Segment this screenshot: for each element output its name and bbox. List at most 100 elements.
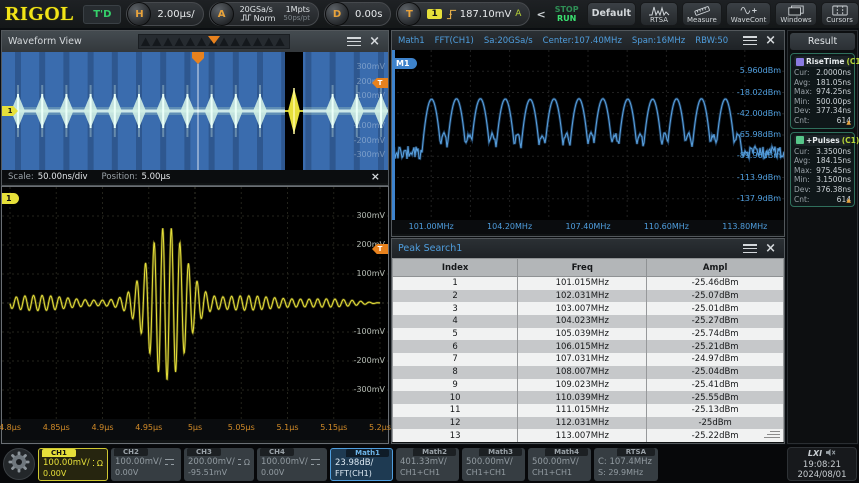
tool-label: RTSA <box>650 16 668 24</box>
measurement-stat-row: Max:975.45ns <box>794 166 851 176</box>
table-row[interactable]: 10110.039MHz-25.55dBm <box>393 391 784 404</box>
delay-settings-button[interactable]: D 0.00s <box>324 2 391 26</box>
table-cell: 105.039MHz <box>518 328 647 341</box>
measurement-card[interactable]: +Pulses(C1)Cur:3.3500nsAvg:184.15nsMax:9… <box>790 132 855 208</box>
dc-coupling-icon <box>311 459 320 465</box>
channel-tab: CH1 <box>42 449 76 457</box>
system-time: 19:08:21 <box>803 460 841 470</box>
measurement-card[interactable]: RiseTime(C1)Cur:2.0000nsAvg:181.05nsMax:… <box>790 53 855 129</box>
table-row[interactable]: 12112.031MHz-25dBm <box>393 417 784 430</box>
status-clock-box[interactable]: LXI 19:08:21 2024/08/01 <box>787 447 857 481</box>
waveform-view-menu-icon[interactable] <box>347 37 361 46</box>
tool-cursors-button[interactable]: Cursors <box>821 2 859 26</box>
channel1-zoom-badge[interactable]: 1 <box>2 193 19 204</box>
tool-rtsa-button[interactable]: RTSA <box>640 2 678 26</box>
math-chip-math2[interactable]: Math2401.33mV/CH1+CH1 <box>396 448 459 481</box>
table-cell: 107.031MHz <box>518 353 647 366</box>
acquire-knob[interactable]: A <box>210 2 234 26</box>
trigger-coupling-value: A <box>515 9 521 19</box>
memory-depth-value: 1Mpts <box>286 5 310 14</box>
dc-coupling-icon <box>93 460 94 466</box>
run-stop-button[interactable]: STOP RUN <box>552 5 582 23</box>
table-row[interactable]: 7107.031MHz-24.97dBm <box>393 353 784 366</box>
settings-gear-button[interactable] <box>3 448 35 480</box>
fft-plot[interactable]: 5.960dBm-18.02dBm-42.00dBm-65.98dBm-89.9… <box>392 50 784 220</box>
peak-search-menu-icon[interactable] <box>743 244 757 253</box>
table-row[interactable]: 13113.007MHz-25.22dBm <box>393 429 784 442</box>
channel-scale-line: 100.00mV/Ω <box>43 458 103 469</box>
peak-search-titlebar[interactable]: Peak Search1 × <box>392 239 784 258</box>
table-row[interactable]: 3103.007MHz-25.01dBm <box>393 302 784 315</box>
channel-tab: CH3 <box>187 448 221 456</box>
collapse-arrow-icon[interactable]: ▲ <box>846 197 851 204</box>
position-value: 5.00μs <box>142 172 171 182</box>
trigger-slope-icon <box>446 5 457 24</box>
stat-value: 974.25ns <box>816 87 851 97</box>
tool-default-button[interactable]: Default <box>587 2 636 26</box>
fft-freq-axis: 101.00MHz104.20MHz107.40MHz110.60MHz113.… <box>392 220 784 234</box>
math-chip-math1[interactable]: Math123.98dB/FFT(CH1) <box>330 448 393 481</box>
measurement-title: RiseTime(C1) <box>794 56 851 67</box>
fft-titlebar[interactable]: Math1FFT(CH1)Sa:20GSa/sCenter:107.40MHzS… <box>392 31 784 50</box>
math-chip-math3[interactable]: Math3500.00mV/CH1+CH1 <box>462 448 525 481</box>
zoom-volt-label: -200mV <box>354 356 385 365</box>
wavecont-icon <box>740 5 758 16</box>
table-row[interactable]: 9109.023MHz-25.41dBm <box>393 379 784 392</box>
horizontal-settings-button[interactable]: H 2.00μs/ <box>126 2 203 26</box>
result-panel-title[interactable]: Result <box>790 33 855 50</box>
table-cell: 8 <box>393 366 518 379</box>
tool-wavecont-button[interactable]: WaveCont <box>726 2 772 26</box>
waveform-view-titlebar[interactable]: Waveform View × <box>2 31 388 52</box>
zoom-close-icon[interactable]: × <box>369 171 382 182</box>
channel-scale-line: 100.00mV/ <box>261 457 323 468</box>
table-row[interactable]: 2102.031MHz-25.07dBm <box>393 290 784 303</box>
speaker-muted-icon <box>825 448 836 460</box>
trigger-settings-button[interactable]: T 1 187.10mV A <box>396 2 530 26</box>
table-row[interactable]: 5105.039MHz-25.74dBm <box>393 328 784 341</box>
channel-chip-ch1[interactable]: CH1100.00mV/Ω0.00V <box>38 448 108 481</box>
fft-close-icon[interactable]: × <box>763 35 778 46</box>
measurement-stat-row: Avg:184.15ns <box>794 156 851 166</box>
zoom-waveform-plot[interactable]: 300mV200mV100mV-100mV-200mV-300mV 1 T <box>2 187 388 419</box>
peak-search-window: Peak Search1 × IndexFreqAmpl 1101.015MHz… <box>391 238 785 444</box>
table-row[interactable]: 8108.007MHz-25.04dBm <box>393 366 784 379</box>
math1-badge[interactable]: M1 <box>392 58 417 69</box>
tool-windows-button[interactable]: Windows <box>775 2 816 26</box>
waveform-view-close-icon[interactable]: × <box>367 36 382 47</box>
fft-header-item: Span:16MHz <box>632 36 685 46</box>
fft-header-item: Math1 <box>398 36 425 46</box>
delay-knob[interactable]: D <box>325 2 349 26</box>
tool-measure-button[interactable]: Measure <box>682 2 722 26</box>
sample-resolution-value: 50ps/pt <box>283 14 310 23</box>
channel-chip-ch3[interactable]: CH3200.00mV/Ω-95.51mV <box>184 448 254 481</box>
math-operation-value: CH1+CH1 <box>532 468 587 478</box>
table-row[interactable]: 6106.015MHz-25.21dBm <box>393 340 784 353</box>
table-cell: -25.22dBm <box>647 429 784 442</box>
toolbar-scroll-left-button[interactable]: < <box>535 8 546 21</box>
fft-window: Math1FFT(CH1)Sa:20GSa/sCenter:107.40MHzS… <box>391 30 785 237</box>
rtsa-chip[interactable]: RTSAC: 107.4MHzS: 29.9MHz <box>594 448 658 481</box>
math-operation-value: FFT(CH1) <box>335 469 388 479</box>
timeline-strip[interactable] <box>138 34 290 49</box>
zoom-time-label: 4.85μs <box>34 423 78 432</box>
table-cell: 109.023MHz <box>518 379 647 392</box>
table-row[interactable]: 1101.015MHz-25.46dBm <box>393 277 784 290</box>
fft-menu-icon[interactable] <box>743 36 757 45</box>
math-chip-math4[interactable]: Math4500.00mV/CH1+CH1 <box>528 448 591 481</box>
table-cell: 3 <box>393 302 518 315</box>
table-row[interactable]: 4104.023MHz-25.27dBm <box>393 315 784 328</box>
channel-chip-ch2[interactable]: CH2100.00mV/0.00V <box>111 448 181 481</box>
acquisition-settings-button[interactable]: A 20GSa/s Norm 1Mpts 50ps/pt <box>209 2 319 26</box>
resize-grip-icon[interactable] <box>764 429 780 439</box>
waveform-overview-plot[interactable]: 300mV200mV100mV-100mV-200mV-300mV 1 T <box>2 52 388 170</box>
peak-search-close-icon[interactable]: × <box>763 243 778 254</box>
table-row[interactable]: 11111.015MHz-25.13dBm <box>393 404 784 417</box>
fft-header-item: Center:107.40MHz <box>543 36 622 46</box>
measurement-stat-row: Avg:181.05ns <box>794 78 851 88</box>
collapse-arrow-icon[interactable]: ▲ <box>846 119 851 126</box>
channel-chip-ch4[interactable]: CH4100.00mV/0.00V <box>257 448 327 481</box>
trigger-knob[interactable]: T <box>397 2 421 26</box>
dc-coupling-icon <box>165 459 174 465</box>
horizontal-knob[interactable]: H <box>127 2 151 26</box>
measurement-stat-row: Max:974.25ns <box>794 87 851 97</box>
